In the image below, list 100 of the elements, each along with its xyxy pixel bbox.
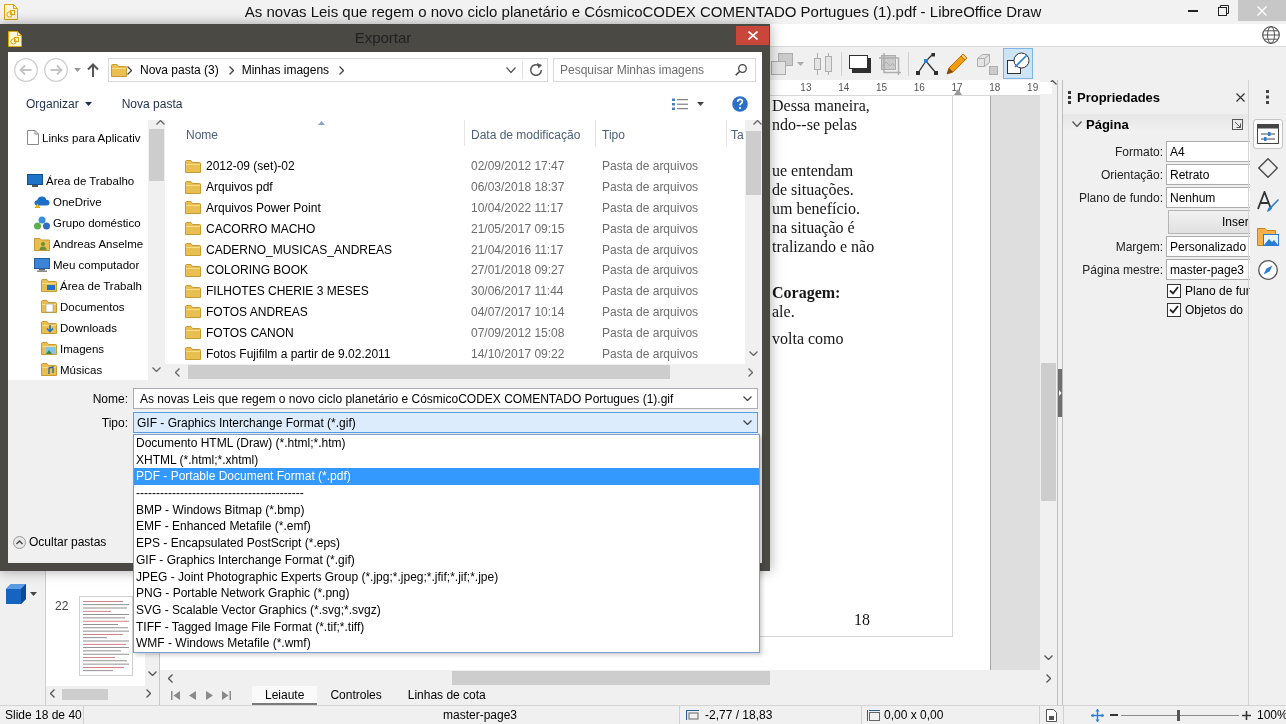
horizontal-scrollbar[interactable] — [46, 686, 159, 705]
dropdown-option[interactable]: PNG - Portable Network Graphic (*.png) — [134, 585, 759, 602]
property-field[interactable]: Nenhum — [1166, 187, 1250, 208]
scroll-thumb[interactable] — [452, 671, 770, 685]
file-name[interactable]: COLORING BOOK — [206, 263, 309, 278]
chevron-down-icon[interactable] — [506, 67, 516, 73]
text-line: um benefício. — [772, 199, 860, 218]
property-field[interactable]: Personalizado — [1166, 236, 1250, 257]
dropdown-option[interactable]: EMF - Enhanced Metafile (*.emf) — [134, 518, 759, 536]
file-name[interactable]: 2012-09 (set)-02 — [206, 159, 295, 174]
refresh-icon[interactable] — [529, 63, 543, 77]
close-icon[interactable] — [1236, 92, 1245, 102]
column-header[interactable]: Tipo — [596, 120, 727, 146]
property-field[interactable]: Retrato — [1166, 164, 1250, 185]
vertical-scrollbar[interactable] — [148, 120, 165, 380]
property-field[interactable]: A4 — [1166, 141, 1250, 162]
dropdown-option[interactable]: XHTML (*.html;*.xhtml) — [134, 451, 759, 469]
nav-item[interactable]: Área de Trabalho — [8, 170, 148, 191]
nav-item[interactable]: Grupo doméstico — [8, 212, 148, 233]
dropdown-option[interactable]: JPEG - Joint Photographic Experts Group (*.jpg;*.jpeg;*.jfif;*.jif;*.jpe) — [134, 568, 759, 586]
dropdown-option[interactable]: EPS - Encapsulated PostScript (*.eps) — [134, 535, 759, 552]
dropdown-option[interactable]: Documento HTML (Draw) (*.html;*.htm) — [134, 435, 759, 452]
folder-icon — [185, 263, 201, 277]
breadcrumb[interactable]: Minhas imagens — [241, 63, 330, 77]
skip-start-icon[interactable] — [171, 691, 180, 700]
nav-item[interactable]: Meu computador — [8, 254, 148, 275]
file-type-dropdown[interactable]: GIF - Graphics Interchange Format (*.gif) — [133, 412, 758, 433]
hide-folders-button[interactable]: Ocultar pastas — [13, 534, 107, 550]
plus-icon[interactable] — [1242, 710, 1251, 720]
nav-item[interactable]: OneDrive — [8, 191, 148, 212]
collapse-handle[interactable] — [1058, 368, 1062, 417]
skip-end-icon[interactable] — [222, 691, 231, 700]
vertical-scrollbar[interactable] — [745, 120, 762, 364]
file-name[interactable]: FOTOS CANON — [206, 325, 294, 340]
triangle-right-icon[interactable] — [205, 691, 214, 700]
scroll-thumb[interactable] — [62, 689, 108, 700]
file-name[interactable]: CACORRO MACHO — [206, 221, 316, 236]
file-type: Pasta de arquivos — [602, 346, 699, 361]
scroll-thumb[interactable] — [149, 129, 164, 181]
bezier-points-icon — [916, 52, 938, 75]
address-bar[interactable]: Nova pasta (3) Minhas imagens — [108, 58, 548, 82]
scroll-thumb[interactable] — [746, 131, 761, 195]
toolbar-command[interactable]: Nova pasta — [115, 92, 189, 116]
dropdown-option[interactable]: BMP - Windows Bitmap (*.bmp) — [134, 501, 759, 519]
folder-icon — [185, 284, 201, 298]
close-icon — [747, 31, 758, 40]
file-type: Pasta de arquivos — [602, 304, 699, 319]
property-field[interactable]: master-page3 — [1166, 259, 1250, 280]
sheet-tab[interactable]: Linhas de cota — [394, 686, 499, 705]
nav-item[interactable]: Músicas — [8, 359, 148, 380]
text-brush-icon — [1256, 191, 1279, 213]
document-icon — [8, 31, 22, 47]
breadcrumb[interactable]: Nova pasta (3) — [140, 63, 219, 77]
nav-item[interactable]: Links para Aplicativ — [8, 127, 148, 148]
dropdown-option[interactable]: TIFF - Tagged Image File Format (*.tif;*.tiff) — [134, 618, 759, 636]
tool-button[interactable] — [1003, 48, 1033, 79]
file-name[interactable]: Fotos Fujifilm a partir de 9.02.2011 — [206, 346, 391, 361]
dropdown-option[interactable]: WMF - Windows Metafile (*.wmf) — [134, 635, 759, 652]
dropdown-option[interactable]: ------------------------------------------ — [134, 485, 759, 502]
file-name[interactable]: CADERNO_MUSICAS_ANDREAS — [206, 242, 393, 257]
sidebar-tab[interactable] — [1252, 119, 1283, 149]
globe-icon[interactable] — [1262, 26, 1280, 44]
column-header[interactable]: Data de modificação — [465, 120, 596, 146]
checkbox[interactable] — [1167, 283, 1181, 298]
expand-icon[interactable] — [1232, 118, 1243, 130]
sidebar-splitter[interactable] — [1057, 80, 1063, 705]
field-label: Plano de fundo: — [1078, 190, 1163, 205]
column-header[interactable]: Ta — [727, 120, 745, 146]
dropdown-option[interactable]: GIF - Graphics Interchange Format (*.gif) — [134, 551, 759, 569]
sheet-tab[interactable]: Controles — [317, 686, 395, 705]
save-icon[interactable] — [1046, 708, 1057, 722]
file-name[interactable]: Arquivos Power Point — [206, 201, 321, 215]
file-name[interactable]: FILHOTES CHERIE 3 MESES — [206, 284, 369, 299]
menu-icon[interactable] — [1266, 90, 1269, 104]
nav-item[interactable]: Documentos — [8, 296, 148, 317]
scroll-thumb[interactable] — [1041, 363, 1056, 501]
slider-thumb[interactable] — [1176, 709, 1180, 721]
nav-item[interactable]: Imagens — [8, 338, 148, 359]
triangle-left-icon[interactable] — [188, 691, 197, 700]
nav-item[interactable]: Downloads — [8, 317, 148, 338]
up-arrow-icon[interactable] — [87, 63, 99, 77]
search-field[interactable]: Pesquisar Minhas imagens — [553, 58, 756, 82]
section-header[interactable]: Página — [1063, 114, 1248, 134]
restore-icon — [1217, 5, 1229, 16]
file-name[interactable]: FOTOS ANDREAS — [206, 304, 308, 319]
scroll-thumb[interactable] — [188, 365, 670, 379]
sheet-tab[interactable]: Leiaute — [252, 686, 318, 705]
sidebar-button[interactable]: Inser — [1168, 210, 1250, 234]
file-name[interactable]: Arquivos pdf — [206, 180, 273, 195]
checkbox[interactable] — [1167, 302, 1181, 317]
nav-item[interactable]: Andreas Anselme — [8, 233, 148, 254]
nav-item[interactable]: Área de Trabalh — [8, 275, 148, 296]
horizontal-scrollbar[interactable] — [165, 364, 762, 380]
filename-field[interactable]: As novas Leis que regem o novo ciclo planetário e CósmicoCODEX COMENTADO Portugues (1).gif — [133, 388, 758, 409]
close-button[interactable] — [736, 26, 769, 45]
toolbar-command[interactable]: Organizar — [20, 92, 98, 116]
page-thumbnail-drawing[interactable] — [79, 596, 134, 676]
position-readout: -2,77 / 18,83 — [705, 708, 773, 722]
dropdown-option[interactable]: SVG - Scalable Vector Graphics (*.svg;*.svgz) — [134, 601, 759, 619]
fit-page-icon[interactable] — [1091, 708, 1104, 722]
